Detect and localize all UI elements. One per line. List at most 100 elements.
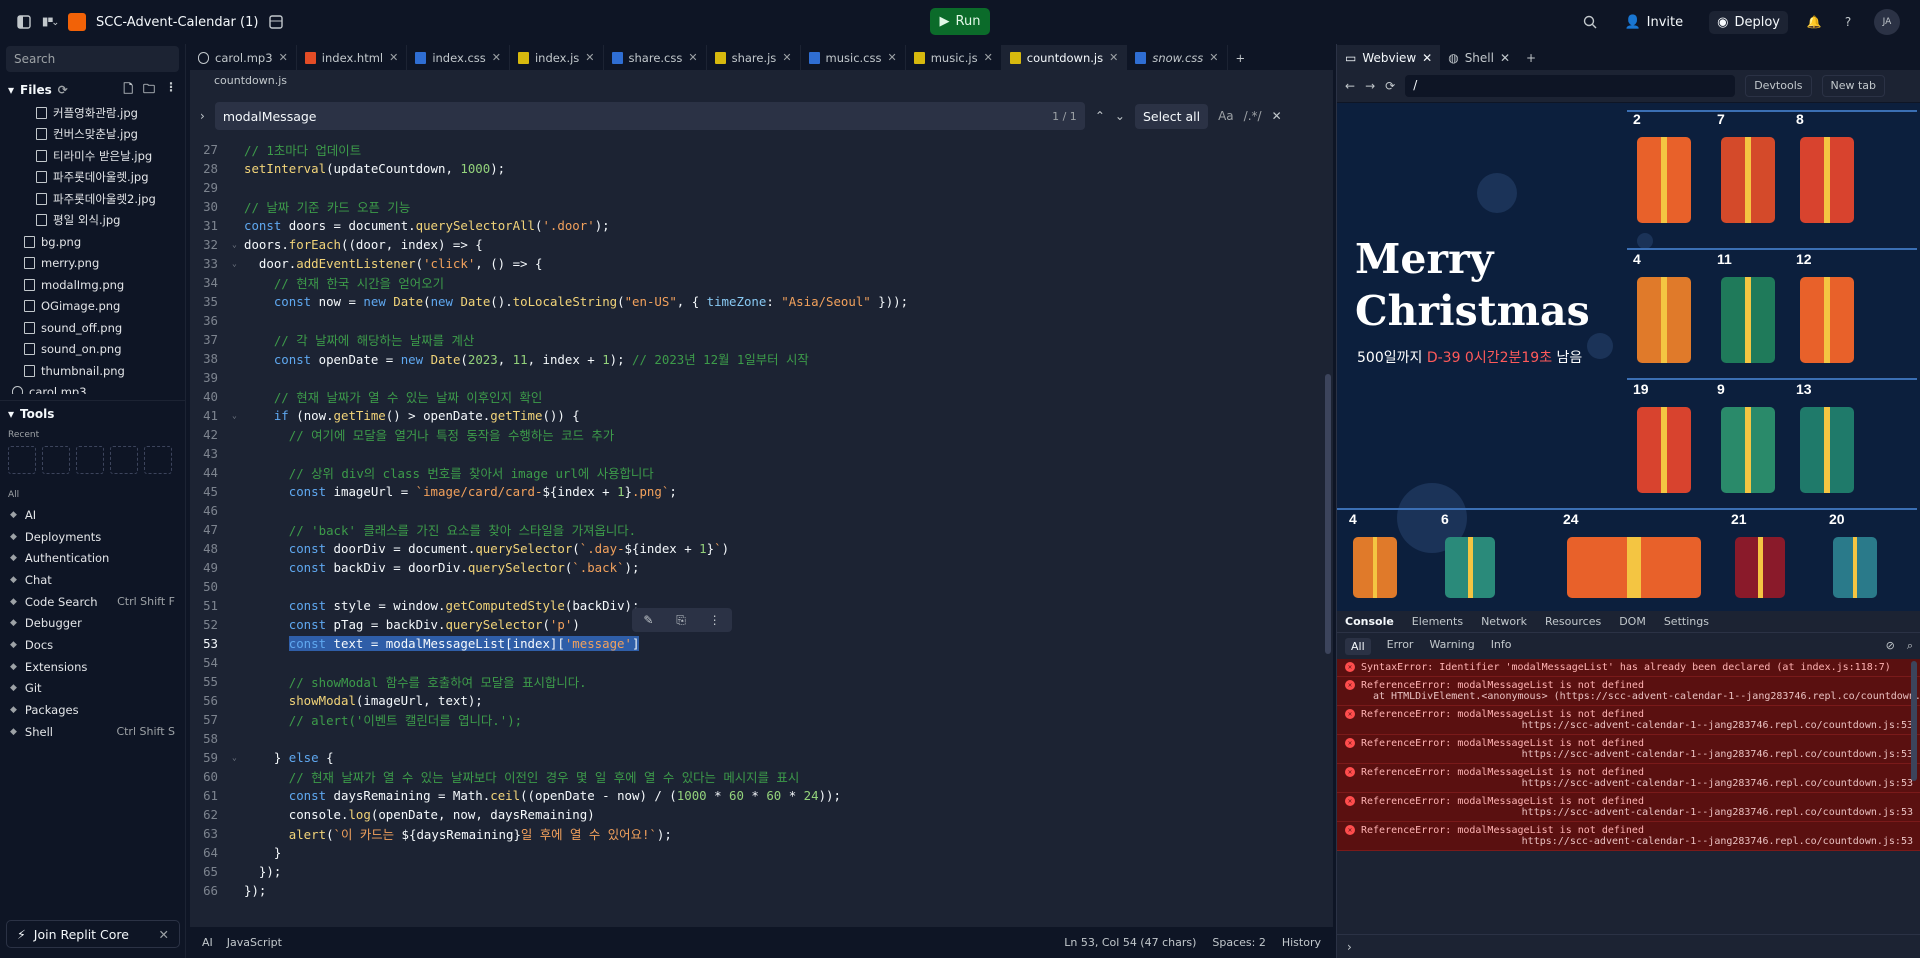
editor-tab[interactable]: snow.css ✕ bbox=[1127, 45, 1228, 70]
new-tab-icon[interactable]: + bbox=[1228, 45, 1254, 70]
close-icon[interactable]: ✕ bbox=[159, 927, 169, 942]
search-icon[interactable] bbox=[1582, 14, 1598, 30]
forward-icon[interactable]: → bbox=[1365, 79, 1375, 93]
console-error[interactable]: ReferenceError: modalMessageList is not … bbox=[1337, 677, 1920, 706]
close-icon[interactable]: ✕ bbox=[1500, 51, 1510, 65]
gift-box[interactable]: 19 bbox=[1629, 381, 1699, 503]
console-error[interactable]: ReferenceError: modalMessageList is not … bbox=[1337, 735, 1920, 764]
reload-icon[interactable]: ⟳ bbox=[1385, 79, 1395, 93]
code-line[interactable]: 54 bbox=[190, 653, 1333, 672]
code-line[interactable]: 64 } bbox=[190, 843, 1333, 862]
clear-console-icon[interactable]: ⊘ bbox=[1886, 639, 1895, 653]
file-tree-item[interactable]: thumbnail.png bbox=[0, 360, 185, 382]
webview-preview[interactable]: Merry Christmas 500일까지 D-39 0시간2분19초 남음 … bbox=[1337, 103, 1920, 611]
console-scrollbar[interactable] bbox=[1911, 661, 1917, 781]
devtools-tab-console[interactable]: Console bbox=[1345, 615, 1394, 628]
code-line[interactable]: 44 // 상위 div의 class 번호를 찾아서 image url에 사… bbox=[190, 463, 1333, 482]
tools-header[interactable]: ▾ Tools bbox=[0, 400, 185, 426]
error-source-link[interactable]: https://scc-advent-calendar-1--jang28374… bbox=[1361, 720, 1913, 731]
editor-tab[interactable]: countdown.js ✕ bbox=[1001, 45, 1128, 70]
devtools-tab-resources[interactable]: Resources bbox=[1545, 615, 1601, 628]
close-icon[interactable]: ✕ bbox=[279, 51, 288, 64]
code-line[interactable]: 31 const doors = document.querySelectorAl… bbox=[190, 216, 1333, 235]
match-case-toggle[interactable]: Aa bbox=[1218, 109, 1234, 123]
select-all-button[interactable]: Select all bbox=[1134, 103, 1209, 129]
close-icon[interactable]: ✕ bbox=[389, 51, 398, 64]
tool-item[interactable]: ◆ AI bbox=[0, 504, 185, 526]
console-error[interactable]: ReferenceError: modalMessageList is not … bbox=[1337, 764, 1920, 793]
cursor-position[interactable]: Ln 53, Col 54 (47 chars) bbox=[1064, 936, 1196, 949]
gift-box[interactable]: 12 bbox=[1792, 251, 1862, 373]
workspace-menu-icon[interactable] bbox=[42, 14, 58, 30]
file-tree-item[interactable]: sound_off.png bbox=[0, 317, 185, 339]
language-status[interactable]: JavaScript bbox=[227, 936, 282, 949]
code-line[interactable]: 65 }); bbox=[190, 862, 1333, 881]
code-line[interactable]: 32 ⌄ doors.forEach((door, index) => { bbox=[190, 235, 1333, 254]
filter-error[interactable]: Error bbox=[1387, 638, 1414, 655]
recent-slot[interactable] bbox=[8, 446, 36, 474]
tool-item[interactable]: ◆ Shell Ctrl Shift S bbox=[0, 721, 185, 743]
fold-icon[interactable]: ⌄ bbox=[232, 240, 240, 249]
tool-item[interactable]: ◆ Git bbox=[0, 678, 185, 700]
webview-tab[interactable]: ◍ Shell ✕ bbox=[1440, 45, 1518, 70]
close-icon[interactable]: ✕ bbox=[1209, 51, 1218, 64]
filter-all[interactable]: All bbox=[1345, 637, 1371, 655]
code-line[interactable]: 48 const doorDiv = document.querySelecto… bbox=[190, 539, 1333, 558]
code-line[interactable]: 36 bbox=[190, 311, 1333, 330]
filter-info[interactable]: Info bbox=[1491, 638, 1512, 655]
code-line[interactable]: 58 bbox=[190, 729, 1333, 748]
code-line[interactable]: 52 const pTag = backDiv.querySelector('p… bbox=[190, 615, 1333, 634]
devtools-button[interactable]: Devtools bbox=[1745, 75, 1812, 97]
editor-tab[interactable]: music.css ✕ bbox=[801, 45, 906, 70]
new-file-icon[interactable]: 🗋 bbox=[123, 80, 133, 101]
bell-icon[interactable]: 🔔 bbox=[1806, 14, 1822, 30]
editor-tab[interactable]: index.html ✕ bbox=[297, 45, 408, 70]
gift-box[interactable]: 9 bbox=[1713, 381, 1783, 503]
gift-box[interactable]: 24 bbox=[1559, 511, 1709, 608]
close-icon[interactable]: ✕ bbox=[492, 51, 501, 64]
tool-item[interactable]: ◆ Packages bbox=[0, 699, 185, 721]
code-line[interactable]: 62 console.log(openDate, now, daysRemain… bbox=[190, 805, 1333, 824]
more-icon[interactable]: ⋮ bbox=[709, 613, 721, 627]
url-input[interactable]: / bbox=[1405, 75, 1736, 97]
code-line[interactable]: 33 ⌄ door.addEventListener('click', () =>… bbox=[190, 254, 1333, 273]
devtools-tab-elements[interactable]: Elements bbox=[1412, 615, 1463, 628]
gift-box[interactable]: 2 bbox=[1629, 111, 1699, 233]
ai-assist-icon[interactable]: ⎘ bbox=[676, 613, 686, 628]
editor-tab[interactable]: index.css ✕ bbox=[407, 45, 510, 70]
recent-slot[interactable] bbox=[144, 446, 172, 474]
file-tree-item[interactable]: 컨버스맞춘날.jpg bbox=[0, 124, 185, 146]
code-line[interactable]: 59 ⌄ } else { bbox=[190, 748, 1333, 767]
error-source-link[interactable]: https://scc-advent-calendar-1--jang28374… bbox=[1361, 749, 1913, 760]
history-button[interactable]: History bbox=[1282, 936, 1321, 949]
avatar[interactable]: JA bbox=[1874, 9, 1900, 35]
tool-item[interactable]: ◆ Chat bbox=[0, 569, 185, 591]
gift-box[interactable]: 4 bbox=[1629, 251, 1699, 373]
recent-slot[interactable] bbox=[110, 446, 138, 474]
editor-tab[interactable]: music.js ✕ bbox=[906, 45, 1002, 70]
file-tree-item[interactable]: 커플영화관람.jpg bbox=[0, 102, 185, 124]
code-line[interactable]: 46 bbox=[190, 501, 1333, 520]
tool-item[interactable]: ◆ Deployments bbox=[0, 526, 185, 548]
new-tab-icon[interactable]: + bbox=[1518, 45, 1544, 70]
error-source-link[interactable]: https://scc-advent-calendar-1--jang28374… bbox=[1361, 836, 1913, 847]
code-line[interactable]: 37 // 각 날짜에 해당하는 날짜를 계산 bbox=[190, 330, 1333, 349]
webview-tab[interactable]: ▭ Webview ✕ bbox=[1337, 45, 1441, 70]
console-error[interactable]: ReferenceError: modalMessageList is not … bbox=[1337, 793, 1920, 822]
file-tree-item[interactable]: 파주롯데아울렛2.jpg bbox=[0, 188, 185, 210]
recent-slot[interactable] bbox=[42, 446, 70, 474]
close-icon[interactable]: ✕ bbox=[782, 51, 791, 64]
gift-box[interactable]: 7 bbox=[1713, 111, 1783, 233]
close-icon[interactable]: ✕ bbox=[1109, 51, 1118, 64]
more-icon[interactable]: ⋮ bbox=[165, 80, 177, 101]
code-line[interactable]: 56 showModal(imageUrl, text); bbox=[190, 691, 1333, 710]
tool-item[interactable]: ◆ Debugger bbox=[0, 612, 185, 634]
tool-item[interactable]: ◆ Code Search Ctrl Shift F bbox=[0, 591, 185, 613]
deploy-button[interactable]: ◉ Deploy bbox=[1709, 10, 1788, 34]
code-line[interactable]: 30 // 날짜 기준 카드 오픈 기능 bbox=[190, 197, 1333, 216]
file-tree-item[interactable]: merry.png bbox=[0, 253, 185, 275]
gift-box[interactable]: 20 bbox=[1825, 511, 1885, 608]
arrow-down-icon[interactable]: ⌄ bbox=[1115, 109, 1125, 123]
files-header[interactable]: ▾ Files ⟳ 🗋 🗀 ⋮ bbox=[0, 78, 185, 102]
help-icon[interactable]: ? bbox=[1840, 14, 1856, 30]
